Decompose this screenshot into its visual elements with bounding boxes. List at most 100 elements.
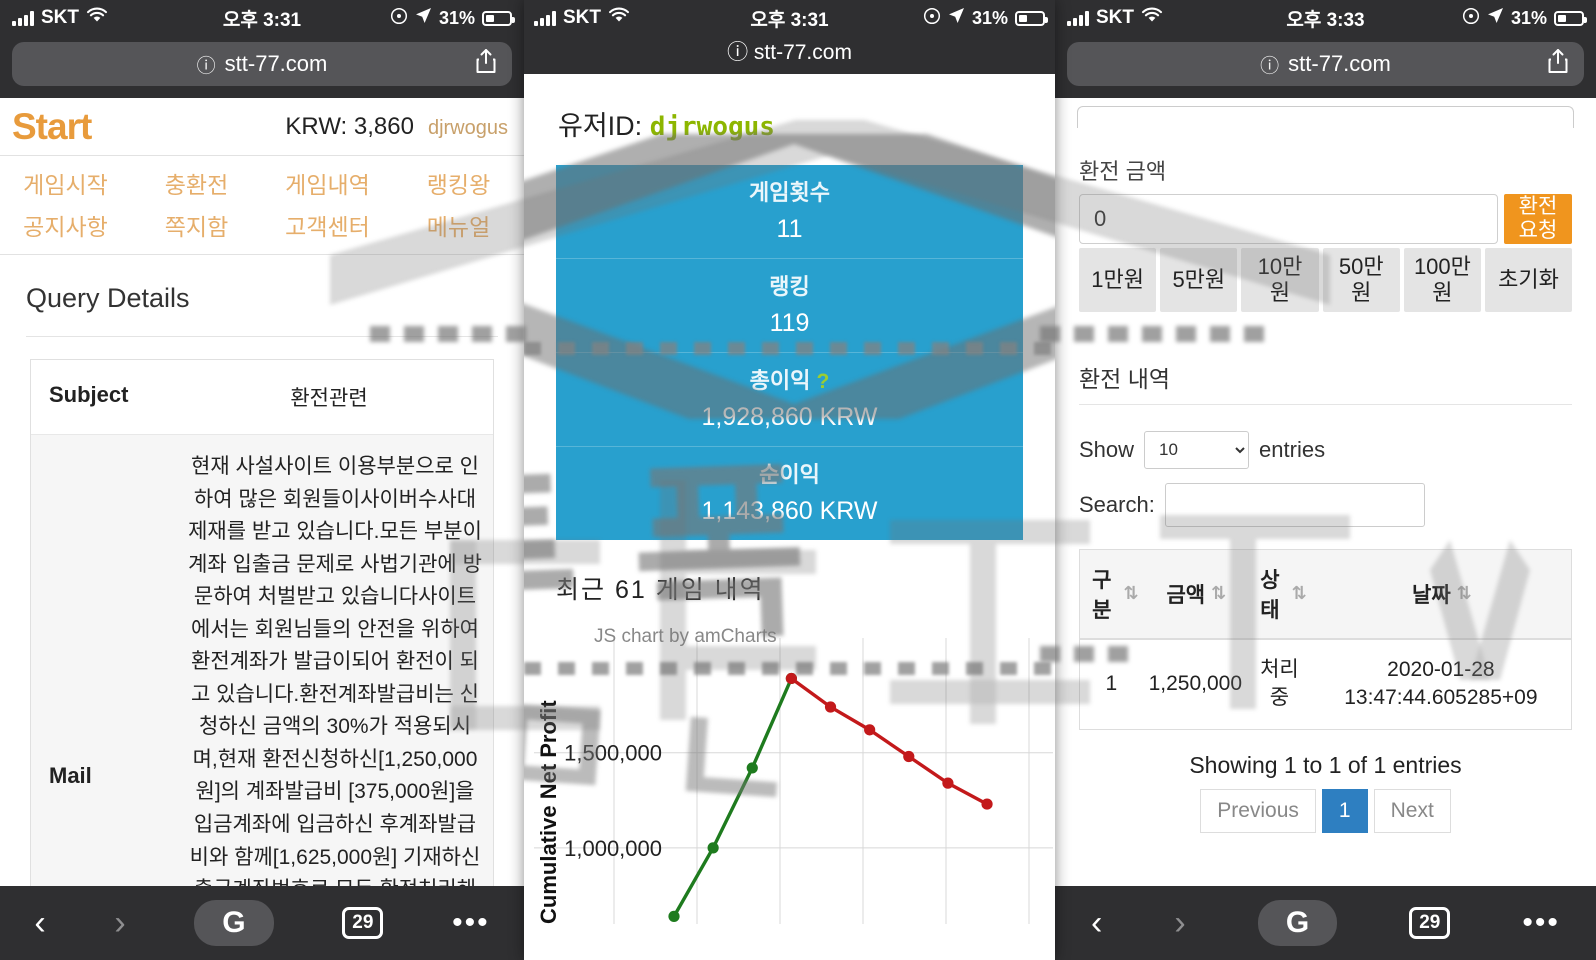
cell-date: 2020-01-28 13:47:44.605285+09 [1344, 657, 1538, 710]
table-header-row: 구 분 ⇅ 금액 ⇅ 상 태 ⇅ 날짜 ⇅ [1079, 549, 1572, 640]
entries-per-page-select[interactable]: 10 [1144, 430, 1250, 469]
balance-label: KRW: 3,860 [285, 112, 414, 140]
carrier-label: SKT [41, 7, 79, 28]
chip-reset[interactable]: 초기화 [1485, 248, 1572, 312]
forward-button[interactable]: › [114, 906, 125, 940]
partial-input-above[interactable] [1077, 106, 1574, 128]
chip-50000[interactable]: 5만원 [1160, 248, 1238, 312]
recent-games-title: 최근 61 게임 내역 [556, 576, 765, 604]
back-button[interactable]: ‹ [34, 906, 45, 940]
request-button-line2: 요청 [1518, 219, 1558, 242]
stat-net-profit: 순이익 1,143,860 KRW [556, 446, 1023, 540]
google-search-button[interactable]: G [1257, 900, 1338, 946]
site-info-icon[interactable]: ⓘ [727, 41, 748, 64]
carrier-label: SKT [1096, 7, 1134, 28]
search-input[interactable] [1164, 482, 1425, 527]
cell-type: 1 [1105, 672, 1118, 696]
right-phone-panel: SKT 오후 3:33 31% ⓘ stt-77.com 환전 금액 0 환전 … [1055, 0, 1596, 960]
back-button[interactable]: ‹ [1091, 906, 1102, 940]
entries-label: entries [1259, 436, 1326, 462]
signal-bars-icon [534, 10, 556, 26]
tab-count-button[interactable]: 29 [342, 907, 384, 939]
battery-icon [1554, 10, 1587, 26]
nav-item-support[interactable]: 고객센터 [262, 208, 393, 242]
site-info-icon[interactable]: ⓘ [197, 51, 216, 78]
query-details-section: Query Details Subject 환전관련 Mail 현재 사설사이트… [0, 255, 524, 960]
quick-amount-chips: 1만원 5만원 10만 원 50만 원 100만 원 초기화 [1079, 248, 1572, 312]
chart-y-axis-label: Cumulative Net Profit [536, 700, 561, 924]
column-header-date[interactable]: 날짜 ⇅ [1310, 549, 1572, 640]
pagination-page-1[interactable]: 1 [1321, 788, 1368, 833]
left-phone-panel: SKT 오후 3:31 31% ⓘ stt-77.com Start KRW: … [0, 0, 524, 960]
pagination-previous[interactable]: Previous [1200, 788, 1316, 833]
site-info-icon[interactable]: ⓘ [1260, 51, 1279, 78]
nav-item-ranking-king[interactable]: 랭킹왕 [393, 166, 524, 200]
table-pagination: Previous 1 Next [1071, 788, 1580, 833]
nav-item-deposit[interactable]: 충환전 [131, 166, 262, 200]
battery-percent-label: 31% [438, 7, 475, 28]
nav-item-game-start[interactable]: 게임시작 [0, 166, 131, 200]
title-divider [26, 336, 498, 337]
center-overlay-panel: SKT 오후 3:31 31% ⓘ stt-77.com 유저ID: djrwo… [524, 0, 1055, 960]
chip-100000[interactable]: 10만 원 [1241, 248, 1319, 312]
nav-item-game-history[interactable]: 게임내역 [262, 166, 393, 200]
more-options-button[interactable]: ••• [452, 906, 490, 940]
withdraw-amount-input[interactable] [1079, 194, 1498, 244]
withdraw-amount-label: 환전 금액 [1079, 159, 1167, 184]
stat-ranking: 랭킹 119 [556, 258, 1023, 352]
left-status-bar: SKT 오후 3:31 31% [0, 0, 524, 36]
user-stats-card: 게임횟수 11 랭킹 119 총이익 ? 1,928,860 KRW 순이익 1 [556, 165, 1023, 540]
address-bar[interactable]: ⓘ stt-77.com [12, 42, 512, 86]
more-options-button[interactable]: ••• [1522, 906, 1560, 940]
center-address-bar[interactable]: ⓘ stt-77.com [524, 36, 1055, 74]
url-text: stt-77.com [753, 41, 852, 64]
address-bar[interactable]: ⓘ stt-77.com [1067, 42, 1584, 86]
entries-length-control: Show 10 entries [1079, 430, 1572, 469]
table-row: Subject 환전관련 [31, 360, 493, 434]
site-logo[interactable]: Start [12, 106, 92, 148]
svg-text:1,000,000: 1,000,000 [564, 836, 662, 861]
table-row: Mail 현재 사설사이트 이용부분으로 인하여 많은 회원들이사이버수사대 제… [31, 434, 493, 960]
alarm-icon [390, 7, 408, 30]
pagination-next[interactable]: Next [1373, 788, 1451, 833]
center-status-bar: SKT 오후 3:31 31% [524, 0, 1055, 36]
google-search-button[interactable]: G [194, 900, 274, 946]
tab-count-button[interactable]: 29 [1409, 907, 1451, 939]
withdraw-page-body: 환전 금액 환전 요청 1만원 5만원 10만 원 50만 원 100만 원 초… [1055, 106, 1596, 894]
share-icon[interactable] [1546, 48, 1570, 81]
nav-item-manual[interactable]: 메뉴얼 [393, 208, 524, 242]
share-icon[interactable] [474, 48, 498, 81]
stat-games-played: 게임횟수 11 [556, 165, 1023, 258]
table-info-label: Showing 1 to 1 of 1 entries [1189, 751, 1462, 778]
sort-icon: ⇅ [1291, 583, 1307, 604]
help-icon[interactable]: ? [817, 370, 830, 393]
chart-credit-label: JS chart by amCharts [594, 626, 777, 647]
site-header: Start KRW: 3,860 djrwogus [0, 98, 524, 156]
chip-500000[interactable]: 50만 원 [1322, 248, 1400, 312]
cell-status: 처리 중 [1260, 657, 1299, 710]
left-browser-toolbar: ‹ › G 29 ••• [0, 886, 524, 960]
stat-label-text: 총이익 [749, 368, 811, 393]
column-header-amount[interactable]: 금액 ⇅ [1142, 549, 1249, 640]
column-header-status[interactable]: 상 태 ⇅ [1248, 549, 1311, 640]
table-search-control: Search: [1079, 482, 1572, 527]
user-id-value: djrwogus [649, 112, 775, 142]
main-nav: 게임시작 충환전 게임내역 랭킹왕 공지사항 쪽지함 고객센터 메뉴얼 [0, 156, 524, 255]
subject-value: 환전관련 [290, 387, 368, 410]
chip-1000000[interactable]: 100만 원 [1403, 248, 1482, 312]
screenshot-stage: SKT 오후 3:31 31% ⓘ stt-77.com Start KRW: … [0, 0, 1596, 960]
stat-total-profit: 총이익 ? 1,928,860 KRW [556, 352, 1023, 446]
nav-item-notice[interactable]: 공지사항 [0, 208, 131, 242]
user-id-row: 유저ID: djrwogus [528, 74, 1051, 165]
location-arrow-icon [948, 7, 965, 29]
forward-button[interactable]: › [1174, 906, 1185, 940]
chip-10000[interactable]: 1만원 [1079, 248, 1157, 312]
column-header-type[interactable]: 구 분 ⇅ [1079, 549, 1143, 640]
right-status-bar: SKT 오후 3:33 31% [1055, 0, 1596, 36]
query-details-table: Subject 환전관련 Mail 현재 사설사이트 이용부분으로 인하여 많은… [30, 359, 494, 960]
battery-percent-label: 31% [1510, 7, 1547, 28]
right-browser-chrome: ⓘ stt-77.com [1055, 36, 1596, 98]
withdraw-request-button[interactable]: 환전 요청 [1504, 194, 1572, 244]
nav-item-messages[interactable]: 쪽지함 [131, 208, 262, 242]
username-label[interactable]: djrwogus [428, 117, 508, 140]
